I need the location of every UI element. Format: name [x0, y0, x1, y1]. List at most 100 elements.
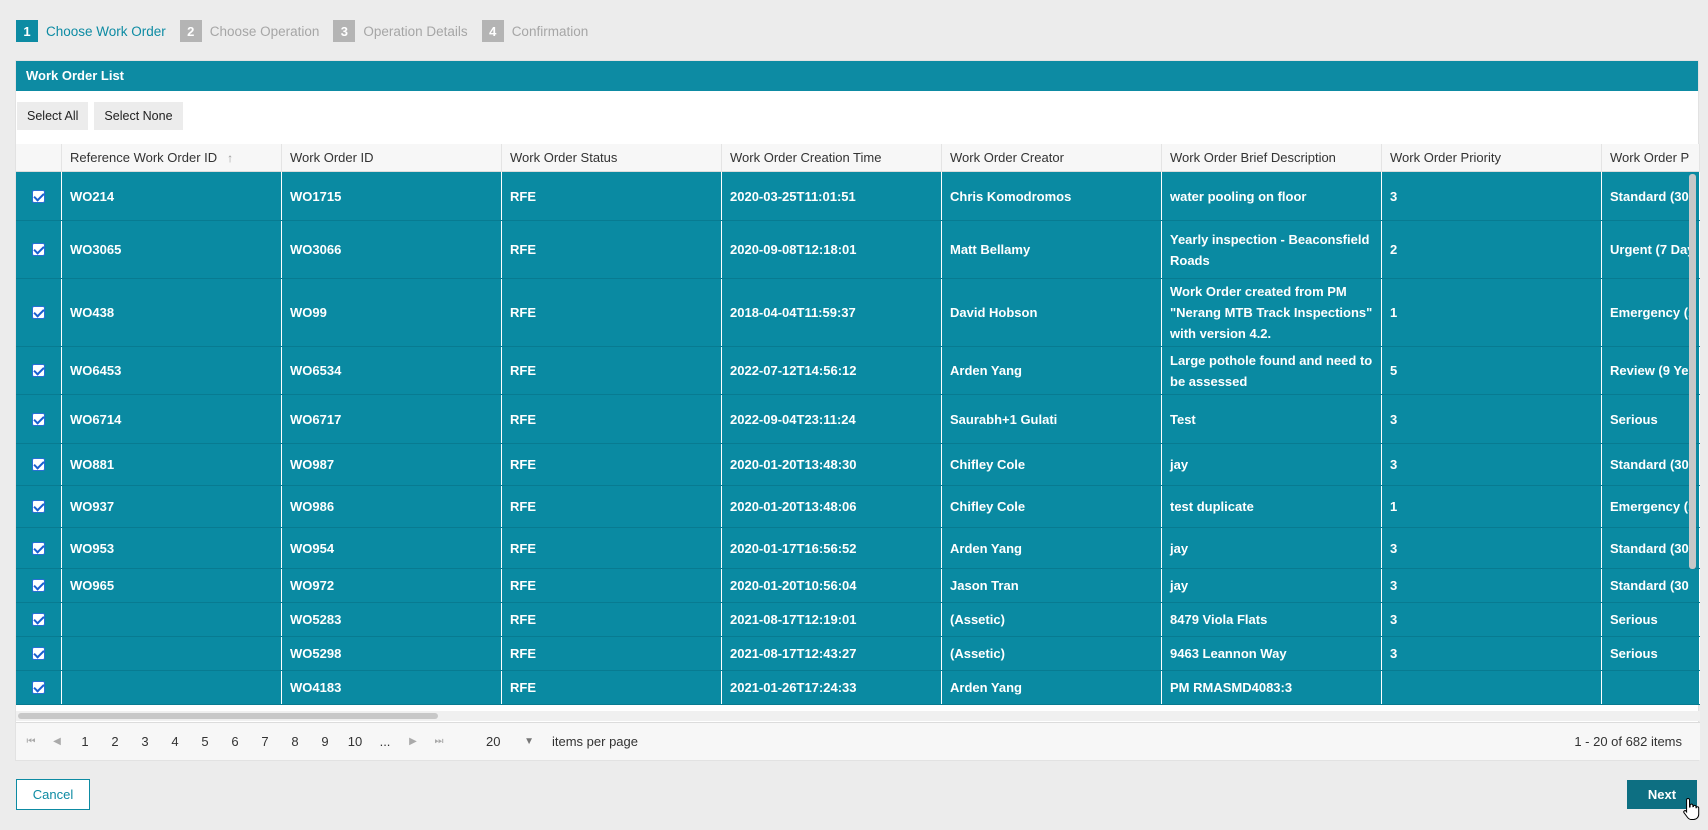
row-select-cell	[16, 347, 62, 394]
header-work-order-creation-time[interactable]: Work Order Creation Time	[722, 144, 942, 172]
page-number-link[interactable]: 2	[100, 734, 130, 749]
scroll-thumb[interactable]	[18, 713, 438, 719]
page-size-value: 20	[486, 734, 501, 749]
row-checkbox[interactable]	[32, 579, 45, 592]
page-number-link[interactable]: 7	[250, 734, 280, 749]
page-number-link[interactable]: 5	[190, 734, 220, 749]
priority-cell: 1	[1382, 486, 1602, 527]
creator-cell: Chifley Cole	[942, 444, 1162, 485]
horizontal-scrollbar[interactable]	[16, 711, 1700, 721]
creation-time-cell: 2020-09-08T12:18:01	[722, 221, 942, 278]
priority-cell: 3	[1382, 603, 1602, 636]
work-order-id-cell: WO6717	[282, 395, 502, 443]
priority-cell: 3	[1382, 528, 1602, 568]
priority-cell: 3	[1382, 569, 1602, 602]
wizard-step-confirmation[interactable]: 4 Confirmation	[481, 20, 588, 42]
grid-body: WO214 WO1715 RFE 2020-03-25T11:01:51 Chris K…	[16, 172, 1700, 705]
row-checkbox[interactable]	[32, 613, 45, 626]
creation-time-cell: 2022-09-04T23:11:24	[722, 395, 942, 443]
page-number-link[interactable]: ...	[370, 734, 400, 749]
wizard-step-choose-operation[interactable]: 2 Choose Operation	[179, 20, 320, 42]
reference-id-cell: WO6714	[62, 395, 282, 443]
priority-detail-cell: Serious	[1602, 603, 1700, 636]
priority-cell: 2	[1382, 221, 1602, 278]
header-work-order-p[interactable]: Work Order P	[1602, 144, 1700, 172]
status-cell: RFE	[502, 671, 722, 704]
table-row[interactable]: WO4183 RFE 2021-01-26T17:24:33 Arden Yang PM…	[16, 671, 1700, 705]
table-row[interactable]: WO214 WO1715 RFE 2020-03-25T11:01:51 Chris K…	[16, 172, 1700, 221]
wizard-step-operation-details[interactable]: 3 Operation Details	[333, 20, 468, 42]
reference-id-cell: WO937	[62, 486, 282, 527]
priority-detail-cell: Review (9 Yea	[1602, 347, 1700, 394]
work-order-id-cell: WO99	[282, 279, 502, 346]
header-work-order-brief-description[interactable]: Work Order Brief Description	[1162, 144, 1382, 172]
creator-cell: David Hobson	[942, 279, 1162, 346]
row-checkbox[interactable]	[32, 243, 45, 256]
reference-id-cell	[62, 637, 282, 670]
table-row[interactable]: WO953 WO954 RFE 2020-01-17T16:56:52 Arden Ya…	[16, 528, 1700, 569]
reference-id-cell: WO214	[62, 172, 282, 220]
priority-detail-cell: Serious	[1602, 395, 1700, 443]
table-row[interactable]: WO6714 WO6717 RFE 2022-09-04T23:11:24 Saurab…	[16, 395, 1700, 444]
creator-cell: (Assetic)	[942, 603, 1162, 636]
header-work-order-priority[interactable]: Work Order Priority	[1382, 144, 1602, 172]
status-cell: RFE	[502, 172, 722, 220]
creation-time-cell: 2021-01-26T17:24:33	[722, 671, 942, 704]
header-label: Work Order Status	[510, 150, 618, 165]
select-none-button[interactable]: Select None	[94, 102, 183, 130]
step-number: 1	[16, 20, 38, 42]
last-page-icon[interactable]: ⏭	[426, 736, 452, 747]
work-order-id-cell: WO986	[282, 486, 502, 527]
description-cell: Work Order created from PM "Nerang MTB T…	[1162, 279, 1382, 346]
table-row[interactable]: WO881 WO987 RFE 2020-01-20T13:48:30 Chifley …	[16, 444, 1700, 486]
description-cell: jay	[1162, 444, 1382, 485]
row-checkbox[interactable]	[32, 189, 45, 203]
step-label: Choose Operation	[209, 23, 320, 39]
wizard-step-choose-work-order[interactable]: 1 Choose Work Order	[16, 20, 166, 42]
table-row[interactable]: WO937 WO986 RFE 2020-01-20T13:48:06 Chifley …	[16, 486, 1700, 528]
header-work-order-status[interactable]: Work Order Status	[502, 144, 722, 172]
page-number-link[interactable]: 10	[340, 734, 370, 749]
page-number-link[interactable]: 6	[220, 734, 250, 749]
cancel-button[interactable]: Cancel	[16, 779, 90, 810]
row-checkbox[interactable]	[32, 458, 45, 471]
row-select-cell	[16, 603, 62, 636]
page-number-link[interactable]: 4	[160, 734, 190, 749]
table-row[interactable]: WO6453 WO6534 RFE 2022-07-12T14:56:12 Arden …	[16, 347, 1700, 395]
status-cell: RFE	[502, 395, 722, 443]
row-checkbox[interactable]	[32, 541, 45, 555]
row-checkbox[interactable]	[32, 306, 45, 319]
reference-id-cell: WO881	[62, 444, 282, 485]
step-number: 4	[481, 20, 504, 42]
creation-time-cell: 2018-04-04T11:59:37	[722, 279, 942, 346]
page-number-link[interactable]: 9	[310, 734, 340, 749]
row-checkbox[interactable]	[32, 647, 45, 660]
creator-cell: Chifley Cole	[942, 486, 1162, 527]
page-number-link[interactable]: 3	[130, 734, 160, 749]
row-checkbox[interactable]	[32, 500, 45, 513]
table-row[interactable]: WO438 WO99 RFE 2018-04-04T11:59:37 David Hob…	[16, 279, 1700, 347]
select-all-button[interactable]: Select All	[17, 102, 89, 130]
header-reference-work-order-id[interactable]: Reference Work Order ID ↑	[62, 144, 282, 172]
next-page-icon[interactable]: ▶	[400, 736, 426, 747]
first-page-icon[interactable]: ⏮	[18, 736, 44, 747]
priority-detail-cell	[1602, 671, 1700, 704]
table-row[interactable]: WO3065 WO3066 RFE 2020-09-08T12:18:01 Matt B…	[16, 221, 1700, 279]
table-row[interactable]: WO5298 RFE 2021-08-17T12:43:27 (Assetic) 94…	[16, 637, 1700, 671]
row-checkbox[interactable]	[32, 412, 45, 426]
page-number-link[interactable]: 8	[280, 734, 310, 749]
row-checkbox[interactable]	[32, 364, 45, 377]
creator-cell: Arden Yang	[942, 528, 1162, 568]
page-numbers: 1 2 3 4 5 6 7 8 9 10...	[70, 734, 400, 749]
chevron-down-icon: ▼	[524, 736, 534, 747]
page-number-link[interactable]: 1	[70, 734, 100, 749]
prev-page-icon[interactable]: ◀	[44, 736, 70, 747]
page-size-select[interactable]: 20 ▼	[478, 729, 540, 755]
creator-cell: Jason Tran	[942, 569, 1162, 602]
table-row[interactable]: WO5283 RFE 2021-08-17T12:19:01 (Assetic) 84…	[16, 603, 1700, 637]
header-work-order-creator[interactable]: Work Order Creator	[942, 144, 1162, 172]
vertical-scrollbar[interactable]	[1689, 174, 1696, 569]
header-work-order-id[interactable]: Work Order ID	[282, 144, 502, 172]
table-row[interactable]: WO965 WO972 RFE 2020-01-20T10:56:04 Jason Tr…	[16, 569, 1700, 603]
row-checkbox[interactable]	[32, 681, 45, 694]
